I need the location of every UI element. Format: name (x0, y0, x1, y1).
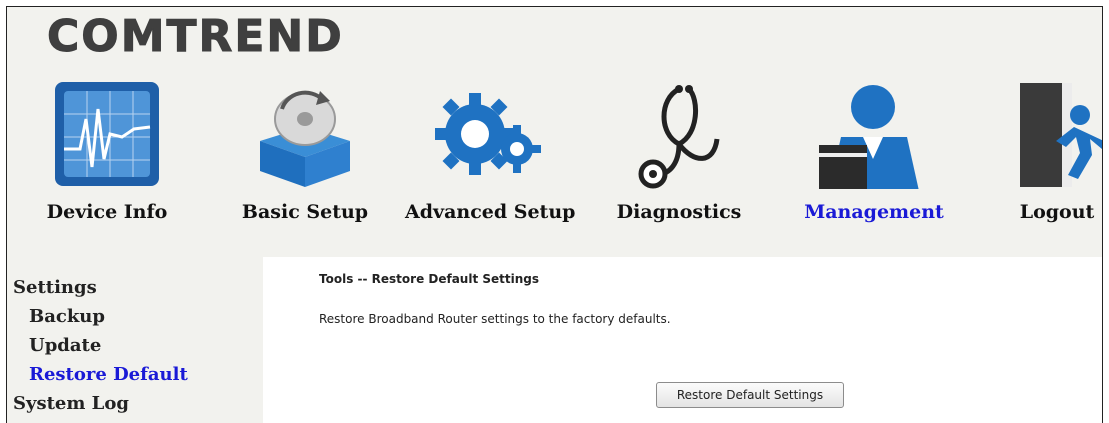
nav-label: Diagnostics (616, 201, 742, 223)
advanced-setup-icon (435, 93, 541, 175)
main-content: Tools -- Restore Default Settings Restor… (263, 257, 1102, 423)
logout-icon (1020, 83, 1102, 187)
page-title: Tools -- Restore Default Settings (319, 272, 540, 286)
sidebar-item-restore-default[interactable]: Restore Default (29, 364, 188, 385)
sidebar-item-settings[interactable]: Settings (13, 277, 97, 298)
device-info-icon (55, 82, 159, 186)
nav-label: Logout (1019, 201, 1095, 223)
nav-label: Basic Setup (241, 201, 369, 223)
nav-advanced-setup[interactable]: Advanced Setup (405, 71, 575, 241)
sidebar-item-system-log[interactable]: System Log (13, 393, 129, 414)
nav-label: Advanced Setup (405, 201, 576, 223)
nav-label: Device Info (46, 201, 168, 223)
sidebar-item-backup[interactable]: Backup (29, 306, 105, 327)
nav-label: Management (804, 201, 944, 223)
nav-management[interactable]: Management (789, 71, 959, 241)
sidebar-item-update[interactable]: Update (29, 335, 101, 356)
top-navigation: Device Info Basic Setup Advanced Setup D… (7, 71, 1102, 241)
nav-device-info[interactable]: Device Info (22, 71, 192, 241)
nav-logout[interactable]: Logout (972, 71, 1102, 241)
basic-setup-icon (260, 90, 350, 187)
diagnostics-icon (638, 85, 720, 189)
restore-default-settings-button[interactable]: Restore Default Settings (656, 382, 844, 408)
nav-basic-setup[interactable]: Basic Setup (220, 71, 390, 241)
page-description: Restore Broadband Router settings to the… (319, 312, 671, 326)
page-frame: COMTREND Device Info Basic Setup Advance… (6, 6, 1103, 423)
comtrend-logo: COMTREND (47, 11, 344, 63)
nav-diagnostics[interactable]: Diagnostics (594, 71, 764, 241)
management-icon (819, 85, 919, 189)
